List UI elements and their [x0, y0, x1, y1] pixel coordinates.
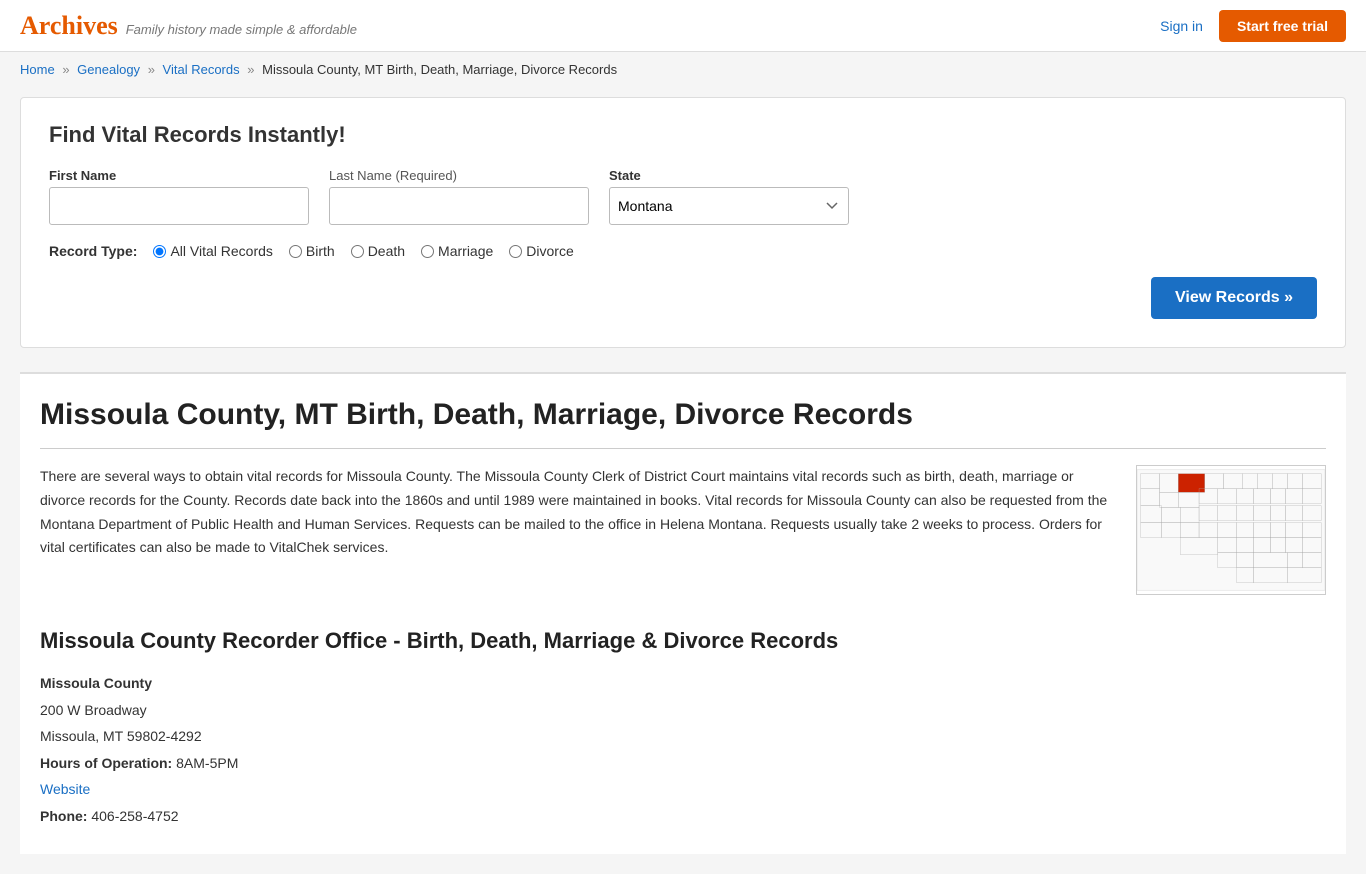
office-address1: 200 W Broadway — [40, 702, 147, 718]
header-left: Archives Family history made simple & af… — [20, 11, 357, 41]
office-name: Missoula County — [40, 675, 152, 691]
page-title: Missoula County, MT Birth, Death, Marria… — [40, 398, 1326, 432]
record-type-birth-radio[interactable] — [289, 245, 302, 258]
search-fields: First Name Last Name (Required) State Al… — [49, 168, 1317, 225]
breadcrumb-home[interactable]: Home — [20, 62, 55, 77]
breadcrumb-sep-3: » — [247, 62, 254, 77]
breadcrumb-sep-1: » — [62, 62, 69, 77]
office-info: Missoula County 200 W Broadway Missoula,… — [40, 670, 1326, 830]
state-label: State — [609, 168, 849, 183]
record-type-marriage-radio[interactable] — [421, 245, 434, 258]
office-website-link[interactable]: Website — [40, 781, 90, 797]
search-box: Find Vital Records Instantly! First Name… — [20, 97, 1346, 348]
search-actions: View Records » — [49, 277, 1317, 319]
section-heading: Missoula County Recorder Office - Birth,… — [40, 628, 1326, 654]
record-type-row: Record Type: All Vital Records Birth Dea… — [49, 243, 1317, 259]
header-right: Sign in Start free trial — [1160, 10, 1346, 42]
breadcrumb-current: Missoula County, MT Birth, Death, Marria… — [262, 62, 617, 77]
record-type-divorce-radio[interactable] — [509, 245, 522, 258]
office-hours-label: Hours of Operation: — [40, 755, 172, 771]
record-type-all[interactable]: All Vital Records — [153, 243, 272, 259]
last-name-group: Last Name (Required) — [329, 168, 589, 225]
content-divider — [40, 448, 1326, 449]
office-phone: 406-258-4752 — [91, 808, 178, 824]
last-name-label: Last Name (Required) — [329, 168, 589, 183]
record-type-divorce[interactable]: Divorce — [509, 243, 573, 259]
breadcrumb: Home » Genealogy » Vital Records » Misso… — [0, 52, 1366, 87]
breadcrumb-genealogy[interactable]: Genealogy — [77, 62, 140, 77]
first-name-label: First Name — [49, 168, 309, 183]
last-name-input[interactable] — [329, 187, 589, 225]
search-title: Find Vital Records Instantly! — [49, 122, 1317, 148]
record-type-all-radio[interactable] — [153, 245, 166, 258]
start-trial-button[interactable]: Start free trial — [1219, 10, 1346, 42]
state-group: State All United States AlabamaAlaskaAri… — [609, 168, 849, 225]
record-type-death-radio[interactable] — [351, 245, 364, 258]
header-tagline: Family history made simple & affordable — [126, 22, 357, 37]
main-content: Find Vital Records Instantly! First Name… — [0, 87, 1366, 874]
record-type-label: Record Type: — [49, 243, 137, 259]
archives-logo: Archives — [20, 11, 118, 41]
us-map — [1136, 465, 1326, 595]
map-container — [1136, 465, 1326, 598]
content-layout: There are several ways to obtain vital r… — [40, 465, 1326, 598]
record-type-marriage[interactable]: Marriage — [421, 243, 493, 259]
first-name-input[interactable] — [49, 187, 309, 225]
page-content: Missoula County, MT Birth, Death, Marria… — [20, 372, 1346, 854]
state-select[interactable]: All United States AlabamaAlaskaArizonaAr… — [609, 187, 849, 225]
office-hours: 8AM-5PM — [176, 755, 238, 771]
header: Archives Family history made simple & af… — [0, 0, 1366, 52]
breadcrumb-vital-records[interactable]: Vital Records — [163, 62, 240, 77]
record-type-birth[interactable]: Birth — [289, 243, 335, 259]
sign-in-link[interactable]: Sign in — [1160, 18, 1203, 34]
office-phone-label: Phone: — [40, 808, 87, 824]
content-description: There are several ways to obtain vital r… — [40, 465, 1112, 598]
record-type-options: All Vital Records Birth Death Marriage D… — [153, 243, 573, 259]
office-address2: Missoula, MT 59802-4292 — [40, 728, 202, 744]
first-name-group: First Name — [49, 168, 309, 225]
record-type-death[interactable]: Death — [351, 243, 405, 259]
breadcrumb-sep-2: » — [148, 62, 155, 77]
view-records-button[interactable]: View Records » — [1151, 277, 1317, 319]
